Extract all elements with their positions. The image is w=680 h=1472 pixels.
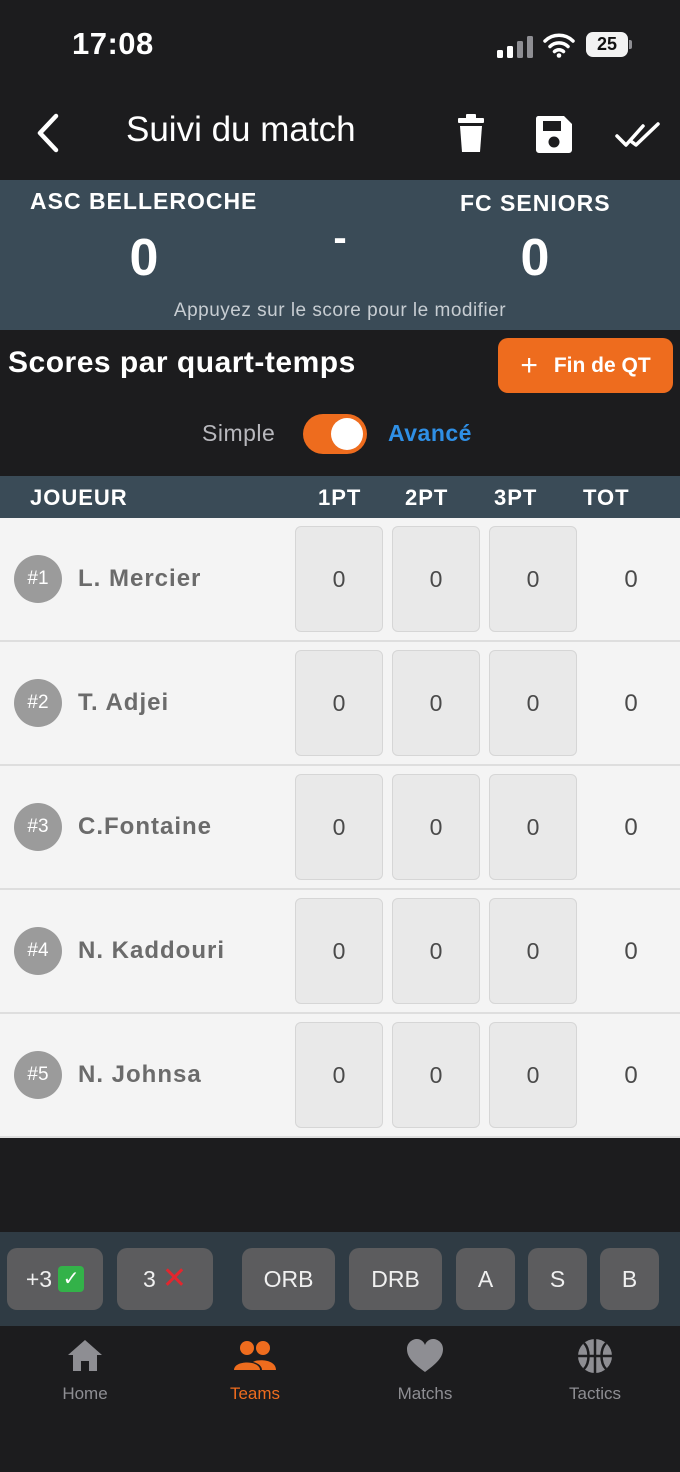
battery-level: 25 (586, 32, 628, 57)
back-icon[interactable] (30, 108, 70, 158)
pt3-cell[interactable]: 0 (489, 1022, 577, 1128)
pt3-cell[interactable]: 0 (489, 898, 577, 1004)
table-header: JOUEUR 1PT 2PT 3PT TOT (0, 476, 680, 518)
col-1pt: 1PT (318, 485, 362, 510)
cross-icon: ✕ (161, 1262, 187, 1295)
section-title: Scores par quart-temps (8, 346, 356, 379)
table-row: #4 N. Kaddouri 0 0 0 0 (0, 890, 680, 1014)
total-cell: 0 (624, 814, 638, 841)
double-check-icon[interactable] (614, 112, 662, 156)
heart-icon (407, 1339, 443, 1372)
orb-button[interactable]: ORB (242, 1248, 335, 1310)
home-icon (68, 1340, 102, 1371)
player-number: #4 (14, 927, 62, 975)
player-number: #5 (14, 1051, 62, 1099)
col-3pt: 3PT (494, 485, 538, 510)
col-total: TOT (583, 485, 630, 510)
quarter-scores-section: Scores par quart-temps + Fin de QT Simpl… (0, 330, 680, 476)
page-title: Suivi du match (126, 110, 356, 149)
home-team-name: ASC BELLEROCHE (30, 188, 258, 214)
pt3-cell[interactable]: 0 (489, 650, 577, 756)
toggle-knob (331, 418, 363, 450)
col-player: JOUEUR (30, 485, 128, 510)
action-bar: +3 ✓ 3 ✕ ORB DRB A S B (0, 1232, 680, 1326)
mode-simple-label: Simple (202, 420, 276, 446)
player-name: N. Johnsa (78, 1061, 202, 1088)
pt3-cell[interactable]: 0 (489, 526, 577, 632)
people-icon (234, 1341, 276, 1370)
nav-bar: Suivi du match (0, 90, 680, 180)
end-quarter-button[interactable]: + Fin de QT (498, 338, 673, 393)
total-cell: 0 (624, 938, 638, 965)
total-cell: 0 (624, 690, 638, 717)
table-row: #5 N. Johnsa 0 0 0 0 (0, 1014, 680, 1138)
pt1-cell[interactable]: 0 (295, 774, 383, 880)
pt1-cell[interactable]: 0 (295, 1022, 383, 1128)
table-row: #2 T. Adjei 0 0 0 0 (0, 642, 680, 766)
save-icon[interactable] (532, 112, 576, 156)
pt1-cell[interactable]: 0 (295, 898, 383, 1004)
trash-icon[interactable] (449, 112, 493, 156)
away-team-name: FC SENIORS (460, 190, 611, 216)
pt2-cell[interactable]: 0 (392, 650, 480, 756)
pt2-cell[interactable]: 0 (392, 774, 480, 880)
player-name: L. Mercier (78, 565, 202, 592)
assist-button[interactable]: A (456, 1248, 515, 1310)
tab-home-label: Home (62, 1384, 108, 1403)
total-cell: 0 (624, 1062, 638, 1089)
score-separator: - (333, 216, 347, 260)
drb-button[interactable]: DRB (349, 1248, 442, 1310)
pt1-cell[interactable]: 0 (295, 526, 383, 632)
total-cell: 0 (624, 566, 638, 593)
tab-tactics-label: Tactics (569, 1384, 621, 1403)
three-missed-label: 3 (143, 1265, 156, 1292)
player-list: #1 L. Mercier 0 0 0 0 #2 T. Adjei 0 0 0 … (0, 518, 680, 1138)
player-number: #1 (14, 555, 62, 603)
battery-icon: 25 (586, 32, 632, 57)
steal-button[interactable]: S (528, 1248, 587, 1310)
tab-teams-label: Teams (229, 1384, 281, 1403)
player-name: C.Fontaine (78, 813, 212, 840)
status-time: 17:08 (72, 26, 154, 61)
basketball-icon (578, 1339, 612, 1373)
home-score[interactable]: 0 (0, 228, 288, 288)
col-2pt: 2PT (405, 485, 449, 510)
three-made-button[interactable]: +3 ✓ (7, 1248, 103, 1310)
pt2-cell[interactable]: 0 (392, 526, 480, 632)
pt1-cell[interactable]: 0 (295, 650, 383, 756)
tab-matchs-label: Matchs (397, 1384, 453, 1403)
pt2-cell[interactable]: 0 (392, 898, 480, 1004)
player-name: N. Kaddouri (78, 937, 225, 964)
table-row: #1 L. Mercier 0 0 0 0 (0, 518, 680, 642)
player-number: #2 (14, 679, 62, 727)
player-name: T. Adjei (78, 689, 170, 716)
three-made-label: +3 (25, 1265, 53, 1292)
signal-icon (497, 34, 533, 58)
pt2-cell[interactable]: 0 (392, 1022, 480, 1128)
check-icon: ✓ (58, 1266, 85, 1292)
tab-matchs[interactable]: Matchs (340, 1336, 510, 1404)
away-score[interactable]: 0 (470, 228, 600, 288)
tab-tactics[interactable]: Tactics (510, 1336, 680, 1404)
table-row: #3 C.Fontaine 0 0 0 0 (0, 766, 680, 890)
mode-advanced-label: Avancé (388, 420, 472, 446)
block-button[interactable]: B (600, 1248, 659, 1310)
status-bar: 17:08 25 (0, 0, 680, 90)
tab-home[interactable]: Home (0, 1336, 170, 1404)
tab-bar: Home Teams Matchs Tactics (0, 1326, 680, 1472)
tab-teams[interactable]: Teams (170, 1336, 340, 1404)
scoreboard: ASC BELLEROCHE FC SENIORS 0 - 0 Appuyez … (0, 180, 680, 330)
wifi-icon (543, 33, 575, 58)
three-missed-button[interactable]: 3 ✕ (117, 1248, 213, 1310)
mode-toggle[interactable] (303, 414, 367, 454)
end-quarter-label: Fin de QT (553, 353, 651, 377)
player-number: #3 (14, 803, 62, 851)
plus-icon: + (520, 348, 538, 382)
pt3-cell[interactable]: 0 (489, 774, 577, 880)
score-hint: Appuyez sur le score pour le modifier (173, 300, 507, 321)
